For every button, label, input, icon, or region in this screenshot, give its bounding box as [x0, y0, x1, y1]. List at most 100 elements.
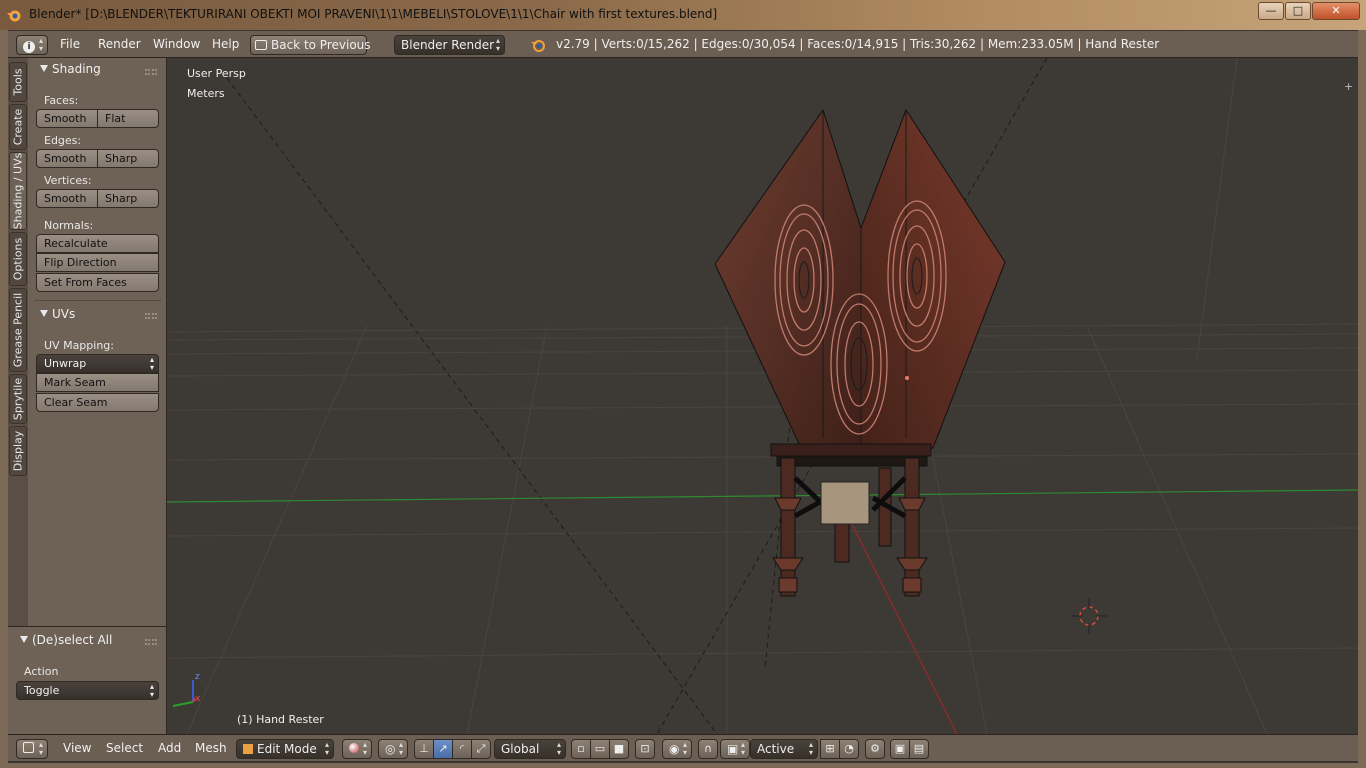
- tab-create[interactable]: Create: [9, 104, 27, 150]
- x-axis-line: [838, 497, 958, 734]
- pivot-point-select[interactable]: ◎ ▴ ▾: [378, 739, 408, 759]
- operator-redo-panel: (De)select All Action Toggle ▴ ▾: [8, 626, 167, 734]
- tab-grease-pencil[interactable]: Grease Pencil: [9, 288, 27, 372]
- mode-value: Edit Mode: [257, 742, 317, 756]
- menu-file[interactable]: File: [60, 37, 80, 51]
- translate-manipulator[interactable]: ↗: [433, 739, 453, 759]
- menu-select[interactable]: Select: [106, 741, 143, 755]
- minimize-button[interactable]: —: [1258, 2, 1284, 20]
- vertex-select-mode[interactable]: ▫: [571, 739, 591, 759]
- 3d-view-header: ▴ ▾ View Select Add Mesh Edit Mode ▴ ▾ ▴ ▾ …: [8, 734, 1358, 761]
- snap-options-button[interactable]: ⊞: [820, 739, 840, 759]
- faces-flat-button[interactable]: Flat: [97, 109, 159, 128]
- clapper-icon: ▤: [913, 742, 925, 755]
- faces-smooth-button[interactable]: Smooth: [36, 109, 98, 128]
- uv-mapping-label: UV Mapping:: [44, 339, 114, 352]
- blender-logo-icon: [531, 40, 545, 52]
- rotate-manipulator[interactable]: ◜: [452, 739, 472, 759]
- dropdown-arrows-icon: ▴ ▾: [556, 740, 561, 757]
- dropdown-arrows-icon: ▴ ▾: [149, 355, 154, 372]
- tab-tools[interactable]: Tools: [9, 62, 27, 102]
- dropdown-arrows-icon: ▴ ▾: [740, 740, 745, 757]
- render-animation-button[interactable]: ▤: [909, 739, 929, 759]
- set-from-faces-button[interactable]: Set From Faces: [36, 273, 159, 292]
- render-engine-select[interactable]: Blender Render ▴ ▾: [394, 35, 505, 55]
- limit-selection-visible[interactable]: ⊡: [635, 739, 655, 759]
- back-to-previous-label: Back to Previous: [271, 38, 371, 52]
- snap-target-value: Active: [757, 742, 795, 756]
- edges-sharp-button[interactable]: Sharp: [97, 149, 159, 168]
- 3d-cursor-icon[interactable]: [1071, 598, 1107, 634]
- proportional-icon: ◉: [669, 742, 680, 756]
- manipulator-toggle[interactable]: ⊥: [414, 739, 434, 759]
- tab-create-label: Create: [11, 108, 25, 146]
- clear-seam-button[interactable]: Clear Seam: [36, 393, 159, 412]
- scale-icon: ⤢: [476, 742, 486, 755]
- snap-element-select[interactable]: ▣ ▴ ▾: [720, 739, 750, 759]
- orientation-value: Global: [501, 742, 540, 756]
- flip-direction-button[interactable]: Flip Direction: [36, 253, 159, 272]
- tab-options-label: Options: [11, 237, 25, 281]
- scale-manipulator[interactable]: ⤢: [471, 739, 491, 759]
- tab-shading-uvs[interactable]: Shading / UVs: [9, 152, 27, 230]
- mode-select[interactable]: Edit Mode ▴ ▾: [236, 739, 334, 759]
- render-image-button[interactable]: ▣: [890, 739, 910, 759]
- vertices-sharp-button[interactable]: Sharp: [97, 189, 159, 208]
- blender-app-icon: [7, 10, 21, 22]
- pivot-icon: ◎: [385, 742, 396, 756]
- edge-select-mode[interactable]: ▭: [590, 739, 610, 759]
- mark-seam-button[interactable]: Mark Seam: [36, 373, 159, 392]
- window-title-bar: Blender* [D:\BLENDER\TEKTURIRANI OBEKTI …: [0, 0, 1366, 30]
- unwrap-label: Unwrap: [44, 357, 87, 370]
- units-label: Meters: [187, 87, 225, 100]
- face-mode-icon: ■: [613, 742, 625, 755]
- snap-target-select[interactable]: Active ▴ ▾: [750, 739, 818, 759]
- uvs-panel-header[interactable]: UVs: [40, 307, 75, 321]
- shading-panel-header[interactable]: Shading: [40, 62, 101, 76]
- viewport-scene: [167, 58, 1358, 734]
- close-button[interactable]: ✕: [1312, 2, 1360, 20]
- dropdown-arrows-icon: ▴ ▾: [398, 740, 403, 757]
- menu-window[interactable]: Window: [153, 37, 200, 51]
- panel-grip-icon[interactable]: [145, 639, 157, 645]
- maximize-button[interactable]: □: [1285, 2, 1311, 20]
- menu-help[interactable]: Help: [212, 37, 239, 51]
- edges-smooth-button[interactable]: Smooth: [36, 149, 98, 168]
- manipulator-icon: ⊥: [419, 742, 429, 755]
- collapse-triangle-icon: [40, 310, 48, 317]
- editor-type-button[interactable]: ▴ ▾: [16, 739, 48, 759]
- snap-project-button[interactable]: ◔: [839, 739, 859, 759]
- panel-grip-icon[interactable]: [145, 69, 157, 75]
- editor-type-button[interactable]: i ▴ ▾: [16, 35, 48, 55]
- tab-options[interactable]: Options: [9, 232, 27, 286]
- deselect-all-panel-header[interactable]: (De)select All: [20, 633, 112, 647]
- viewport-shading-select[interactable]: ▴ ▾: [342, 739, 372, 759]
- panel-grip-icon[interactable]: [145, 313, 157, 319]
- back-to-previous-button[interactable]: Back to Previous: [250, 35, 371, 55]
- render-icon: ⚙: [870, 742, 880, 755]
- action-select[interactable]: Toggle ▴ ▾: [16, 681, 159, 700]
- vertices-label: Vertices:: [44, 174, 92, 187]
- scene-statistics: v2.79 | Verts:0/15,262 | Edges:0/30,054 …: [556, 37, 1160, 51]
- 3d-viewport[interactable]: User Persp Meters (1) Hand Rester z x +: [167, 58, 1358, 734]
- menu-mesh[interactable]: Mesh: [195, 741, 227, 755]
- tab-sprytile[interactable]: Sprytile: [9, 374, 27, 424]
- vertices-smooth-button[interactable]: Smooth: [36, 189, 98, 208]
- proportional-edit-select[interactable]: ◉ ▴ ▾: [662, 739, 692, 759]
- menu-view[interactable]: View: [63, 741, 91, 755]
- face-select-mode[interactable]: ■: [609, 739, 629, 759]
- properties-toggle-plus-icon[interactable]: +: [1344, 80, 1353, 93]
- recalculate-button[interactable]: Recalculate: [36, 234, 159, 253]
- snap-options-icon: ⊞: [825, 742, 835, 755]
- tab-display[interactable]: Display: [9, 426, 27, 476]
- menu-add[interactable]: Add: [158, 741, 181, 755]
- unwrap-menu[interactable]: Unwrap ▴ ▾: [36, 354, 159, 373]
- transform-orientation-select[interactable]: Global ▴ ▾: [494, 739, 566, 759]
- menu-render[interactable]: Render: [98, 37, 141, 51]
- chair-mesh[interactable]: [714, 108, 1006, 597]
- collapse-triangle-icon: [20, 636, 28, 643]
- deselect-all-title: (De)select All: [32, 633, 113, 647]
- opengl-render-button[interactable]: ⚙: [865, 739, 885, 759]
- tab-display-label: Display: [11, 430, 25, 472]
- snap-toggle[interactable]: ∩: [698, 739, 718, 759]
